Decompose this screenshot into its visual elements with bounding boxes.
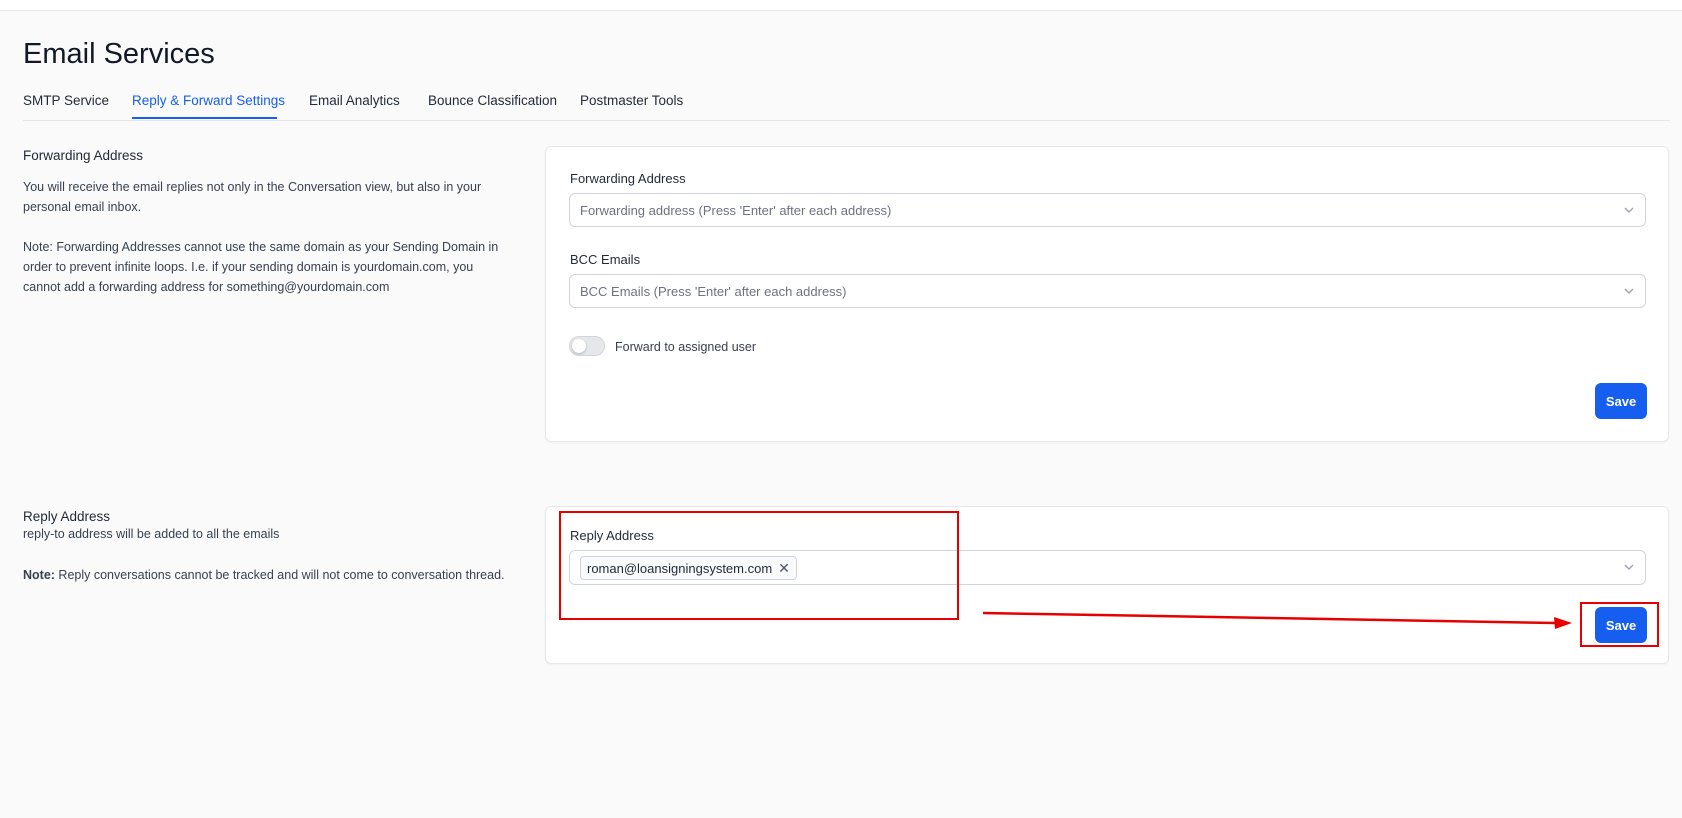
active-tab-indicator <box>132 117 277 119</box>
forwarding-address-select[interactable]: Forwarding address (Press 'Enter' after … <box>569 193 1646 227</box>
tab-smtp-service[interactable]: SMTP Service <box>23 93 109 108</box>
tab-reply-forward-settings[interactable]: Reply & Forward Settings <box>132 93 285 108</box>
chevron-down-icon[interactable] <box>1623 204 1635 216</box>
reply-subtitle: reply-to address will be added to all th… <box>23 527 280 541</box>
chevron-down-icon[interactable] <box>1623 285 1635 297</box>
annotation-highlight-reply-field <box>559 511 959 620</box>
forwarding-section-title: Forwarding Address <box>23 148 144 163</box>
reply-note-label: Note: <box>23 568 55 582</box>
forwarding-card: Forwarding Address Forwarding address (P… <box>545 146 1669 442</box>
forwarding-description-line: You will receive the email replies not o… <box>23 180 482 194</box>
forwarding-note-line: cannot add a forwarding address for some… <box>23 280 390 294</box>
tab-bounce-classification[interactable]: Bounce Classification <box>428 93 557 108</box>
forwarding-description-line: personal email inbox. <box>23 200 142 214</box>
annotation-highlight-save-button <box>1580 602 1659 647</box>
bcc-emails-select[interactable]: BCC Emails (Press 'Enter' after each add… <box>569 274 1646 308</box>
bcc-emails-label: BCC Emails <box>570 252 641 267</box>
forwarding-save-button[interactable]: Save <box>1595 383 1647 419</box>
forwarding-note: Note: Forwarding Addresses cannot use th… <box>23 237 498 297</box>
forwarding-address-placeholder: Forwarding address (Press 'Enter' after … <box>580 203 892 218</box>
reply-section-title: Reply Address <box>23 509 111 524</box>
forward-to-assigned-user-toggle[interactable] <box>569 336 605 356</box>
forwarding-address-label: Forwarding Address <box>570 171 686 186</box>
tab-email-analytics[interactable]: Email Analytics <box>309 93 400 108</box>
reply-note: Note: Reply conversations cannot be trac… <box>23 565 505 585</box>
page-title: Email Services <box>23 38 215 70</box>
top-bar <box>0 0 1682 11</box>
forwarding-description: You will receive the email replies not o… <box>23 177 481 217</box>
chevron-down-icon[interactable] <box>1623 561 1635 573</box>
forwarding-note-line: Note: Forwarding Addresses cannot use th… <box>23 240 499 254</box>
tab-postmaster-tools[interactable]: Postmaster Tools <box>580 93 683 108</box>
tab-bar: SMTP Service Reply & Forward Settings Em… <box>23 90 1670 121</box>
toggle-knob <box>572 339 586 353</box>
forward-to-assigned-user-label: Forward to assigned user <box>615 340 757 354</box>
forwarding-note-line: order to prevent infinite loops. I.e. if… <box>23 260 474 274</box>
bcc-emails-placeholder: BCC Emails (Press 'Enter' after each add… <box>580 284 847 299</box>
reply-note-text: Reply conversations cannot be tracked an… <box>54 568 505 582</box>
